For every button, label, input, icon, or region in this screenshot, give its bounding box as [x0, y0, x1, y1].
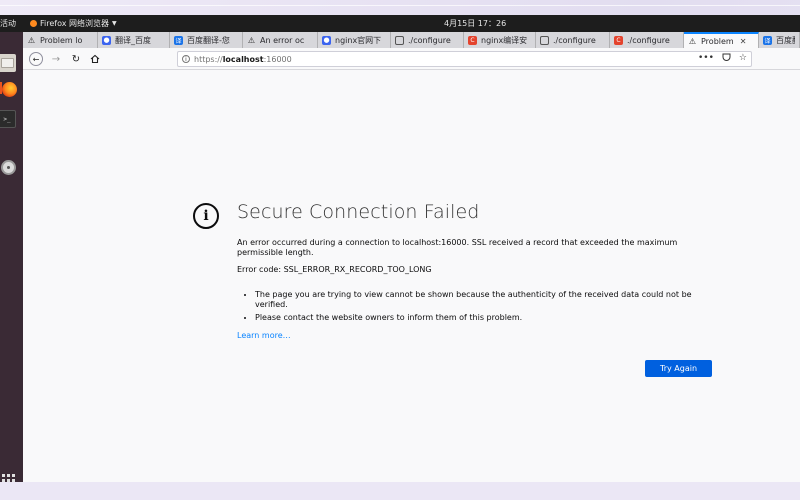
home-button[interactable] — [88, 52, 102, 66]
baidu-translate-icon: 译 — [763, 35, 772, 45]
tab[interactable]: C nginx编译安 — [464, 32, 536, 48]
dock: >_ — [0, 32, 23, 482]
url-actions: ••• ☆ — [698, 53, 747, 65]
navigation-toolbar: ← → ↻ i https://localhost:16000 ••• ☆ — [23, 48, 800, 70]
home-icon — [90, 54, 100, 64]
tab-label: 百度翻 — [776, 35, 795, 45]
error-description: An error occurred during a connection to… — [237, 238, 678, 257]
grid-icon — [1, 473, 15, 483]
tab-active[interactable]: ⚠ Problem ✕ — [684, 32, 759, 48]
app-menu-label: Firefox 网络浏览器 — [40, 19, 110, 28]
document-icon — [540, 35, 549, 45]
firefox-app-icon[interactable] — [0, 80, 18, 98]
tab-label: Problem — [701, 36, 734, 46]
back-button[interactable]: ← — [29, 52, 43, 66]
baidu-icon: ● — [102, 35, 111, 45]
tab[interactable]: ● nginx官网下 — [318, 32, 391, 48]
firefox-icon — [1, 81, 17, 97]
tab-label: nginx编译安 — [481, 35, 528, 45]
clock[interactable]: 4月15日 17：26 — [444, 18, 506, 29]
document-icon — [395, 35, 404, 45]
url-scheme: https:// — [194, 54, 223, 64]
caret-down-icon: ▼ — [112, 20, 117, 27]
disc-app-icon[interactable] — [0, 158, 17, 176]
tab-strip: ⚠ Problem lo ● 翻译_百度 译 百度翻译-您 ⚠ An error… — [23, 32, 800, 48]
try-again-button[interactable]: Try Again — [645, 360, 712, 377]
tab[interactable]: ● 翻译_百度 — [98, 32, 170, 48]
baidu-translate-icon: 译 — [174, 35, 183, 45]
more-actions-icon[interactable]: ••• — [698, 53, 714, 65]
info-icon: i — [193, 203, 219, 229]
page-content: i Secure Connection Failed An error occu… — [23, 71, 800, 482]
bookmark-star-icon[interactable]: ☆ — [739, 53, 747, 65]
decorative-line — [0, 5, 800, 6]
forward-button[interactable]: → — [49, 52, 63, 66]
system-top-bar: 活动 Firefox 网络浏览器 ▼ 4月15日 17：26 — [0, 15, 800, 32]
tab-label: nginx官网下 — [335, 35, 382, 45]
tab[interactable]: ./configure — [536, 32, 610, 48]
url-port: :16000 — [263, 54, 292, 64]
error-bullet-list: The page you are trying to view cannot b… — [255, 290, 715, 326]
warning-icon: ⚠ — [688, 36, 697, 46]
screen: 活动 Firefox 网络浏览器 ▼ 4月15日 17：26 >_ ⚠ Prob… — [0, 15, 800, 482]
active-app-indicator — [0, 82, 2, 94]
activities-button[interactable]: 活动 — [0, 18, 16, 29]
show-applications-button[interactable] — [0, 472, 16, 482]
arrow-right-icon: → — [51, 53, 61, 65]
tab-label: 百度翻译-您 — [187, 35, 230, 45]
app-menu[interactable]: Firefox 网络浏览器 ▼ — [30, 18, 117, 29]
baidu-icon: ● — [322, 35, 331, 45]
error-code: Error code: SSL_ERROR_RX_RECORD_TOO_LONG — [237, 265, 432, 274]
arrow-left-icon: ← — [32, 54, 40, 64]
tab-label: ./configure — [627, 35, 670, 45]
pocket-icon[interactable] — [722, 53, 731, 65]
tab-label: Problem lo — [40, 35, 83, 45]
reload-icon: ↻ — [71, 53, 81, 65]
terminal-app-icon[interactable]: >_ — [0, 110, 16, 128]
error-title: Secure Connection Failed — [237, 201, 480, 223]
tab-label: 翻译_百度 — [115, 35, 151, 45]
url-host: localhost — [222, 54, 264, 64]
url-bar[interactable]: i https://localhost:16000 ••• ☆ — [177, 51, 752, 67]
csdn-icon: C — [614, 35, 623, 45]
list-item: The page you are trying to view cannot b… — [255, 290, 715, 310]
firefox-small-icon — [30, 20, 37, 27]
bottom-frame — [0, 482, 800, 500]
warning-icon: ⚠ — [27, 35, 36, 45]
list-item: Please contact the website owners to inf… — [255, 313, 715, 323]
tab-label: ./configure — [553, 35, 596, 45]
tab-label: An error oc — [260, 35, 305, 45]
folder-icon — [0, 58, 14, 68]
files-app-icon[interactable] — [0, 54, 16, 72]
tab[interactable]: 译 百度翻译-您 — [170, 32, 243, 48]
tab[interactable]: C ./configure — [610, 32, 684, 48]
site-info-icon[interactable]: i — [182, 55, 190, 63]
tab[interactable]: ⚠ An error oc — [243, 32, 318, 48]
tab-label: ./configure — [408, 35, 451, 45]
reload-button[interactable]: ↻ — [69, 52, 83, 66]
tab[interactable]: ⚠ Problem lo — [23, 32, 98, 48]
url-text: https://localhost:16000 — [194, 55, 292, 64]
warning-icon: ⚠ — [247, 35, 256, 45]
tab[interactable]: ./configure — [391, 32, 464, 48]
tab[interactable]: 译 百度翻 — [759, 32, 800, 48]
csdn-icon: C — [468, 35, 477, 45]
close-icon[interactable]: ✕ — [740, 37, 747, 46]
disc-icon — [0, 159, 16, 175]
learn-more-link[interactable]: Learn more… — [237, 331, 291, 340]
